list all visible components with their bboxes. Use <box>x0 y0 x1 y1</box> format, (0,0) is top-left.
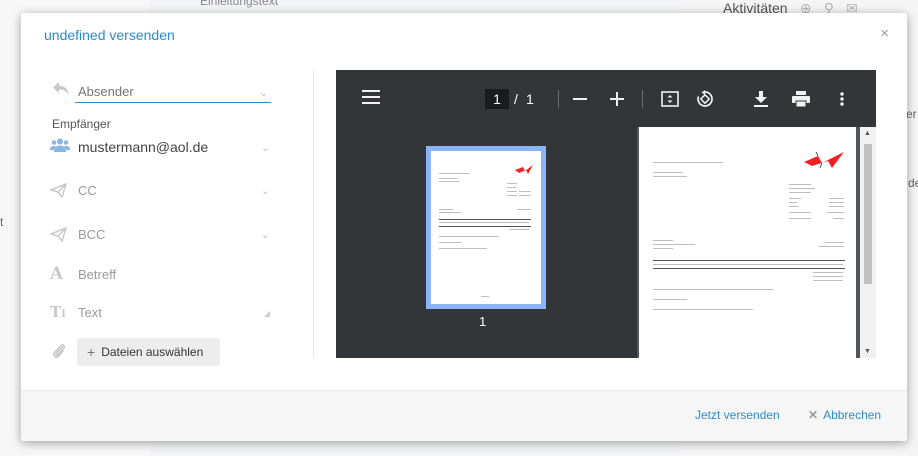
total-pages: 1 <box>526 91 534 107</box>
chevron-down-icon[interactable]: ⌄ <box>261 228 270 241</box>
chevron-down-icon[interactable]: ⌄ <box>261 141 270 154</box>
dialog-title: undefined versenden <box>44 27 175 43</box>
paper-plane-icon <box>50 226 78 242</box>
users-icon <box>50 138 78 157</box>
plus-icon: + <box>87 344 96 360</box>
select-files-label: Dateien auswählen <box>101 345 204 359</box>
close-icon: ✕ <box>808 408 819 422</box>
font-icon: A <box>50 264 64 284</box>
menu-icon[interactable] <box>362 90 380 109</box>
cancel-button[interactable]: ✕ Abbrechen <box>808 408 881 422</box>
background-top-text: Einleitungstext <box>200 0 279 8</box>
recipient-field[interactable]: mustermann@aol.de ⌄ <box>50 137 272 157</box>
text-height-icon: TI <box>50 303 66 321</box>
page-separator: / <box>514 91 518 107</box>
reply-icon <box>52 81 70 102</box>
pdf-page <box>639 127 856 358</box>
download-icon[interactable] <box>750 88 772 110</box>
paper-plane-icon <box>50 182 78 198</box>
thumbnail-sidebar: 1 <box>336 127 637 358</box>
current-page-input[interactable]: 1 <box>485 89 509 109</box>
scrollbar-thumb[interactable] <box>864 144 872 284</box>
chevron-down-icon[interactable]: ⌄ <box>259 86 268 99</box>
dialog-footer: Jetzt versenden ✕ Abbrechen <box>21 390 907 441</box>
thumbnail-page-preview <box>431 151 541 304</box>
pdf-scrollbar[interactable]: ▲ ▼ <box>860 127 876 358</box>
recipient-email: mustermann@aol.de <box>78 139 209 155</box>
text-label: Text <box>78 304 102 320</box>
cc-field[interactable]: CC ⌄ <box>50 179 272 201</box>
close-icon[interactable]: × <box>880 25 889 42</box>
cancel-label: Abbrechen <box>823 408 882 422</box>
background-fragment-right-2: de <box>908 176 918 190</box>
thumbnail-page-number: 1 <box>479 314 487 329</box>
column-divider <box>313 70 314 358</box>
pdf-viewer[interactable]: 1 / 1 1 ▲ ▼ <box>336 70 876 358</box>
pdf-toolbar: 1 / 1 <box>336 70 876 127</box>
chevron-down-icon[interactable]: ⌄ <box>261 184 270 197</box>
send-dialog: undefined versenden × ⌄ Empfänger muster… <box>21 13 907 441</box>
bcc-field[interactable]: BCC ⌄ <box>50 223 272 245</box>
toolbar-separator <box>642 90 643 108</box>
text-field[interactable]: TI Text ◢ <box>50 301 272 323</box>
background-fragment-left: t <box>0 215 4 229</box>
subject-label: Betreff <box>78 266 117 282</box>
zoom-in-icon[interactable] <box>606 88 628 110</box>
send-now-button[interactable]: Jetzt versenden <box>695 408 780 422</box>
resize-handle-icon[interactable]: ◢ <box>264 309 270 318</box>
zoom-out-icon[interactable] <box>569 88 591 110</box>
toolbar-separator <box>558 90 559 108</box>
print-icon[interactable] <box>790 88 812 110</box>
page-thumbnail[interactable] <box>426 146 546 309</box>
rotate-icon[interactable] <box>694 88 716 110</box>
scroll-up-icon[interactable]: ▲ <box>864 130 871 137</box>
paperclip-icon <box>52 342 66 365</box>
subject-field[interactable]: A Betreff <box>50 263 272 285</box>
select-files-button[interactable]: + Dateien auswählen <box>77 338 220 366</box>
bcc-label: BCC <box>78 226 106 242</box>
pdf-main-view[interactable]: ▲ ▼ <box>637 127 876 358</box>
sender-input[interactable] <box>75 81 271 103</box>
pdf-body: 1 ▲ ▼ <box>336 127 876 358</box>
scroll-down-icon[interactable]: ▼ <box>864 348 871 355</box>
background-fragment-right-1: er <box>906 107 917 121</box>
more-options-icon[interactable] <box>831 88 853 110</box>
recipients-label: Empfänger <box>52 117 111 131</box>
cc-label: CC <box>78 182 97 198</box>
fit-page-icon[interactable] <box>659 88 681 110</box>
